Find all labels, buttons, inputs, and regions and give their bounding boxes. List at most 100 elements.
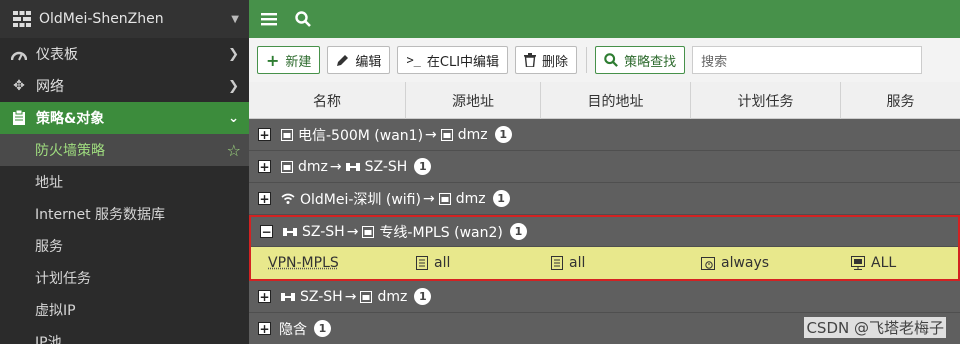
policy-name-cell[interactable]: VPN-MPLS [251, 247, 406, 279]
schedule-clock-icon [701, 256, 715, 270]
plus-icon: + [266, 50, 280, 70]
sidebar-item-label: 网络 [36, 79, 64, 95]
sidebar-subitem-address[interactable]: 地址 [0, 166, 249, 198]
network-move-icon: ✥ [13, 78, 25, 94]
address-list-icon [551, 256, 563, 270]
toolbar-divider [586, 47, 588, 73]
arrow-label: → [346, 223, 359, 240]
policy-source-cell[interactable]: all [406, 247, 541, 279]
search-placeholder: 搜索 [701, 54, 728, 70]
sidebar-subitem-label: 服务 [35, 239, 63, 255]
search-input[interactable]: 搜索 [692, 46, 923, 74]
terminal-icon: >_ [406, 53, 421, 67]
dashboard-icon [10, 47, 28, 61]
sidebar-subitem-label: 计划任务 [35, 271, 91, 287]
expand-icon[interactable]: + [258, 322, 271, 335]
sidebar-subitem-label: 虚拟IP [35, 303, 76, 319]
edit-in-cli-label: 在CLI中编辑 [426, 54, 500, 70]
count-badge: 1 [314, 320, 331, 337]
interface-pair-group-expanded[interactable]: − SZ-SH → 专线-MPLS (wan2) 1 [251, 217, 958, 247]
sidebar-subitem-label: IP池 [35, 335, 62, 344]
delete-button[interactable]: 删除 [515, 46, 578, 74]
chevron-right-icon: ❯ [228, 78, 239, 94]
interface-pair-group[interactable]: + OldMei-深圳 (wifi) → dmz 1 [249, 183, 960, 215]
top-bar [249, 0, 960, 38]
policy-lookup-button[interactable]: 策略查找 [595, 46, 686, 74]
column-header-source[interactable]: 源地址 [406, 82, 541, 119]
interface-pair-group[interactable]: + dmz → SZ-SH 1 [249, 151, 960, 183]
arrow-label: → [329, 158, 342, 175]
edit-in-cli-button[interactable]: >_ 在CLI中编辑 [397, 46, 509, 74]
group-source-interface: OldMei-深圳 (wifi) [300, 191, 421, 208]
column-header-name[interactable]: 名称 [249, 82, 406, 119]
sidebar-item-network[interactable]: ✥ 网络 ❯ [0, 70, 249, 102]
sidebar-item-policy-objects[interactable]: 策略&对象 ⌄ [0, 102, 249, 134]
group-source-interface: SZ-SH [302, 223, 345, 240]
expand-icon[interactable]: + [258, 128, 271, 141]
policy-name[interactable]: VPN-MPLS [268, 255, 339, 271]
count-badge: 1 [509, 223, 527, 240]
chevron-right-icon: ❯ [228, 46, 239, 62]
collapse-icon[interactable]: − [260, 225, 273, 238]
count-badge: 1 [494, 126, 512, 143]
device-selector[interactable]: OldMei-ShenZhen ▼ [0, 0, 249, 38]
sidebar-subitem-firewall-policy[interactable]: 防火墙策略 ☆ [0, 134, 249, 166]
edit-button[interactable]: 编辑 [327, 46, 391, 74]
group-destination-interface: dmz [457, 126, 488, 143]
favorite-star-icon[interactable]: ☆ [227, 141, 241, 160]
watermark: CSDN @飞塔老梅子 [804, 317, 946, 338]
address-list-icon [416, 256, 428, 270]
hamburger-menu-icon[interactable] [261, 12, 277, 26]
policy-source: all [434, 255, 451, 271]
policy-lookup-label: 策略查找 [624, 54, 677, 70]
interface-pair-group[interactable]: + 电信-500M (wan1) → dmz 1 [249, 119, 960, 151]
sidebar-item-label: 仪表板 [36, 47, 78, 63]
arrow-label: → [425, 126, 437, 143]
count-badge: 1 [414, 158, 432, 175]
group-destination-interface: dmz [455, 190, 486, 207]
column-header-destination[interactable]: 目的地址 [541, 82, 691, 119]
sidebar-subitem-label: Internet 服务数据库 [35, 207, 166, 223]
sidebar-subitem-internet-service-db[interactable]: Internet 服务数据库 [0, 198, 249, 230]
policy-destination: all [569, 255, 586, 271]
toolbar: + 新建 编辑 >_ 在CLI中编辑 删除 策略查找 搜索 [249, 38, 960, 82]
caret-down-icon: ▼ [231, 13, 239, 25]
group-destination-interface: 专线-MPLS (wan2) [379, 224, 503, 241]
port-interface-icon [281, 160, 293, 173]
policy-destination-cell[interactable]: all [541, 247, 691, 279]
table-header: 名称 源地址 目的地址 计划任务 服务 [249, 82, 960, 119]
group-source-interface: SZ-SH [300, 288, 343, 305]
port-interface-icon [362, 225, 375, 238]
column-header-schedule[interactable]: 计划任务 [691, 82, 841, 119]
sidebar-subitem-ip-pools[interactable]: IP池 [0, 326, 249, 344]
expand-icon[interactable]: + [258, 160, 271, 173]
policy-service-cell[interactable]: ALL [841, 247, 958, 279]
sidebar-item-dashboard[interactable]: 仪表板 ❯ [0, 38, 249, 70]
policy-clipboard-icon [10, 110, 28, 126]
vpn-tunnel-icon [283, 226, 297, 238]
policy-row[interactable]: VPN-MPLS all all always ALL [251, 247, 958, 279]
new-button-label: 新建 [285, 54, 312, 70]
new-button[interactable]: + 新建 [257, 46, 321, 74]
interface-pair-group[interactable]: + SZ-SH → dmz 1 [249, 281, 960, 313]
group-label: 隐含 [279, 321, 307, 338]
device-name: OldMei-ShenZhen [39, 11, 164, 27]
count-badge: 1 [414, 288, 432, 305]
port-interface-icon [360, 290, 373, 303]
edit-button-label: 编辑 [355, 54, 382, 70]
chevron-down-icon: ⌄ [228, 110, 239, 126]
port-interface-icon [438, 192, 451, 205]
port-interface-icon [440, 128, 453, 141]
group-source-interface: 电信-500M (wan1) [298, 127, 424, 144]
policy-service: ALL [871, 255, 897, 271]
policy-schedule-cell[interactable]: always [691, 247, 841, 279]
search-icon[interactable] [295, 11, 311, 27]
column-header-service[interactable]: 服务 [841, 82, 960, 119]
expand-icon[interactable]: + [258, 192, 271, 205]
sidebar-subitem-schedules[interactable]: 计划任务 [0, 262, 249, 294]
sidebar-subitem-virtual-ip[interactable]: 虚拟IP [0, 294, 249, 326]
arrow-label: → [344, 288, 357, 305]
count-badge: 1 [492, 190, 510, 207]
sidebar-subitem-services[interactable]: 服务 [0, 230, 249, 262]
expand-icon[interactable]: + [258, 290, 271, 303]
